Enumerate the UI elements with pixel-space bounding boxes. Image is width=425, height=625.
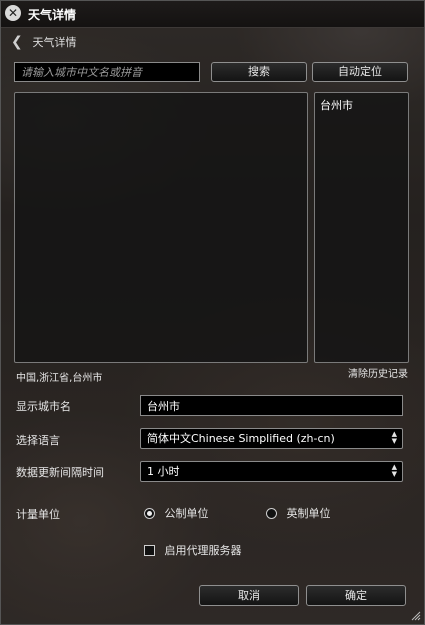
page-title: 天气详情 [32,36,77,49]
metric-radio[interactable]: 公制单位 [144,505,209,520]
language-label: 选择语言 [16,434,60,447]
language-select-value: 简体中文Chinese Simplified (zh-cn) [147,432,335,445]
proxy-checkbox[interactable] [144,544,155,556]
weather-settings-window: ✕ 天气详情 ❮ 天气详情 搜索 自动定位 台州市 中国,浙江省,台州市 清除历… [0,0,425,625]
auto-locate-button[interactable]: 自动定位 [312,62,408,82]
metric-radio-label: 公制单位 [164,507,209,520]
radio-unselected-icon[interactable] [266,507,277,519]
display-city-field[interactable] [140,395,403,416]
title-bar: ✕ 天气详情 [1,1,424,28]
imperial-radio[interactable]: 英制单位 [266,505,331,520]
window-title: 天气详情 [28,8,77,22]
cancel-button[interactable]: 取消 [199,585,299,606]
close-icon[interactable]: ✕ [5,5,21,21]
search-results-list[interactable] [14,92,308,363]
city-search-input[interactable] [14,62,200,82]
update-interval-value: 1 小时 [147,465,180,478]
clear-history-link[interactable]: 清除历史记录 [348,365,408,380]
radio-selected-icon[interactable] [144,507,155,519]
update-interval-select[interactable]: 1 小时 ▲ ▼ [140,461,403,482]
resize-grip-icon[interactable] [409,609,421,621]
imperial-radio-label: 英制单位 [286,507,331,520]
proxy-checkbox-label: 启用代理服务器 [164,544,242,557]
selected-location: 中国,浙江省,台州市 [16,373,103,384]
search-button[interactable]: 搜索 [211,62,307,82]
ok-button[interactable]: 确定 [306,585,406,606]
chevron-left-icon[interactable]: ❮ [11,34,25,50]
history-item[interactable]: 台州市 [320,97,353,113]
history-list[interactable]: 台州市 [314,92,409,363]
unit-label: 计量单位 [16,508,60,521]
update-interval-label: 数据更新间隔时间 [16,466,104,479]
updown-arrow-icon: ▲ ▼ [391,430,397,445]
proxy-checkbox-row[interactable]: 启用代理服务器 [144,542,242,558]
display-city-label: 显示城市名 [16,400,71,413]
nav-header: ❮ 天气详情 [11,34,77,52]
language-select[interactable]: 简体中文Chinese Simplified (zh-cn) ▲ ▼ [140,428,403,449]
updown-arrow-icon: ▲ ▼ [391,463,397,478]
